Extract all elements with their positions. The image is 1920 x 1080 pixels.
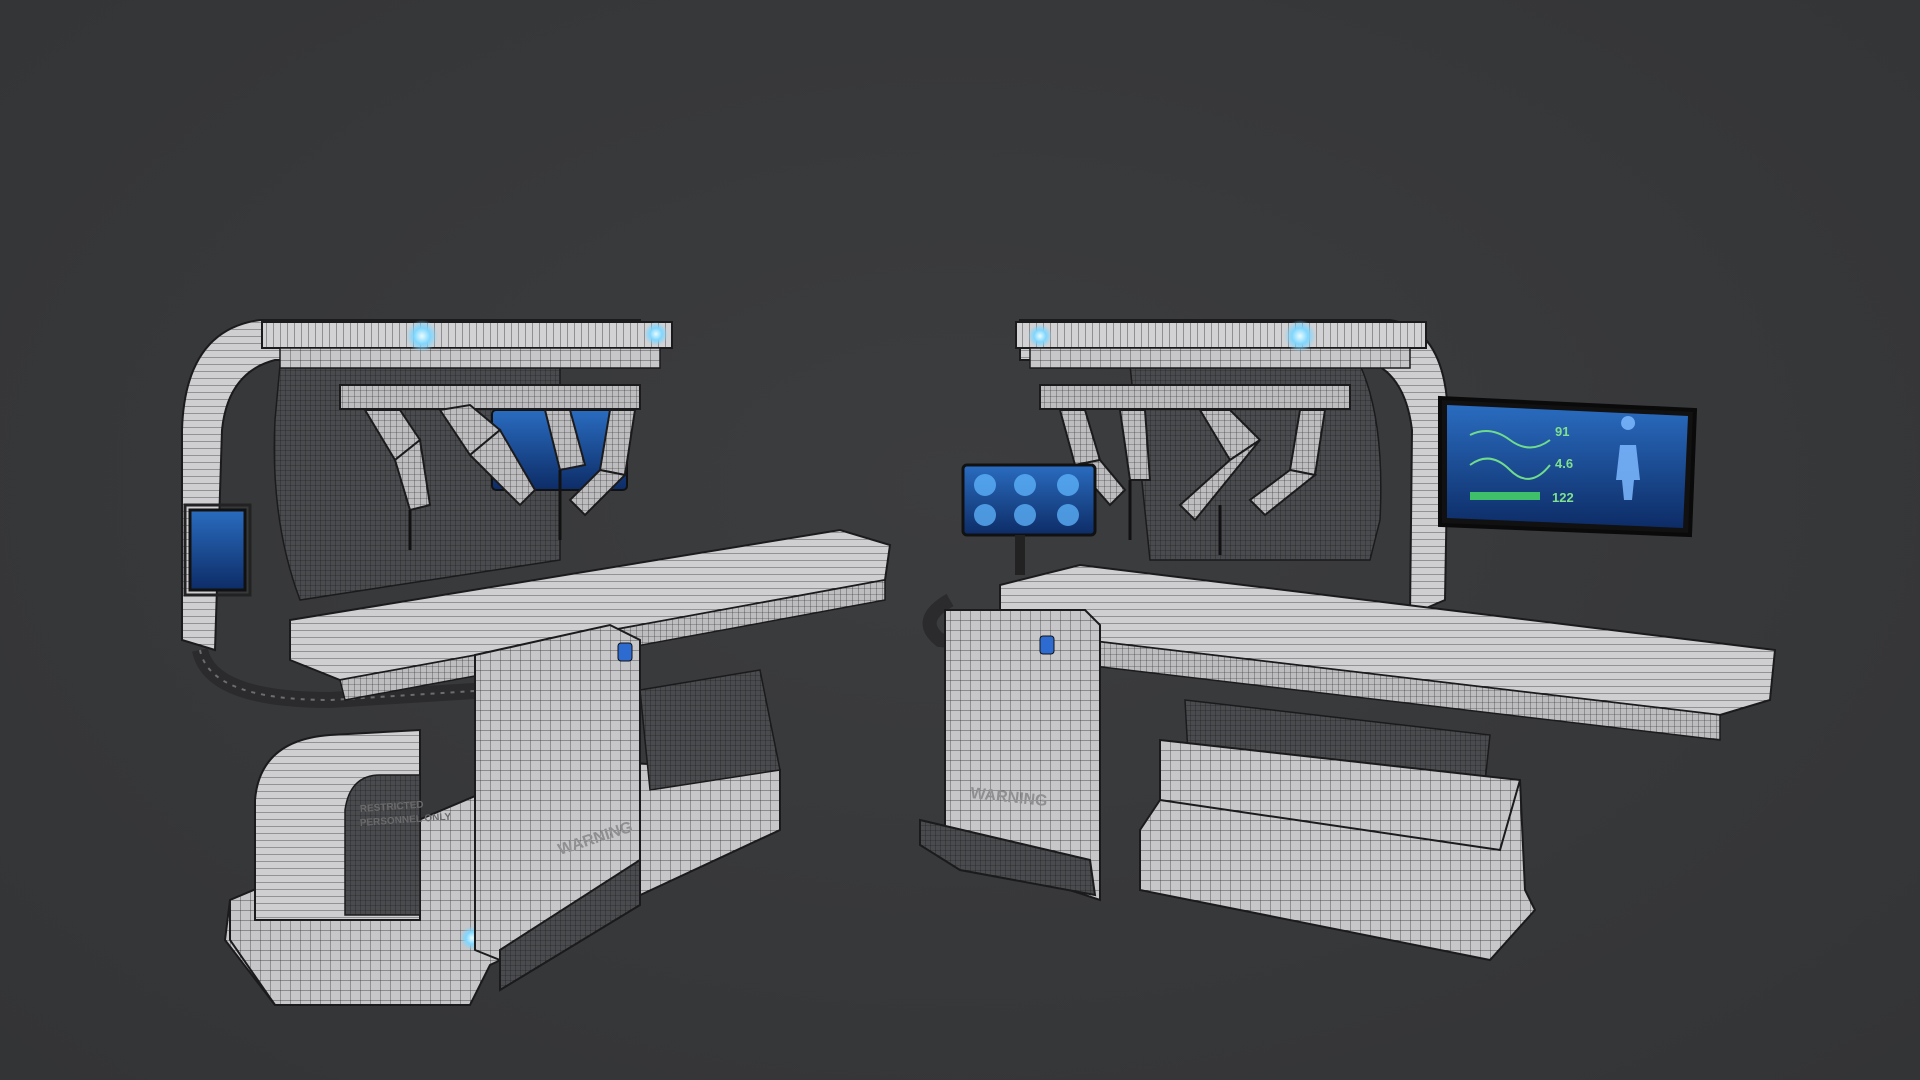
monitor-value-1: 91 (1555, 424, 1569, 439)
3d-viewport: RESTRICTED PERSONNEL ONLY WARNING 91 4.6… (0, 0, 1920, 1080)
right-robot-vitals-monitor: 91 4.6 122 (1438, 395, 1698, 538)
monitor-value-3: 122 (1552, 490, 1574, 505)
right-robot-cabinet (919, 609, 1101, 902)
render-scene: RESTRICTED PERSONNEL ONLY WARNING 91 4.6… (181, 319, 1777, 1006)
right-robot-scan-monitor (961, 463, 1097, 575)
left-surgical-robot: RESTRICTED PERSONNEL ONLY WARNING (181, 319, 892, 1006)
right-surgical-robot: 91 4.6 122 WARNING (919, 319, 1777, 962)
left-robot-canopy (261, 321, 673, 349)
left-robot-cabinet (474, 623, 641, 992)
monitor-value-2: 4.6 (1555, 456, 1573, 471)
right-robot-canopy (1015, 321, 1427, 349)
left-robot-side-monitor (188, 508, 247, 592)
